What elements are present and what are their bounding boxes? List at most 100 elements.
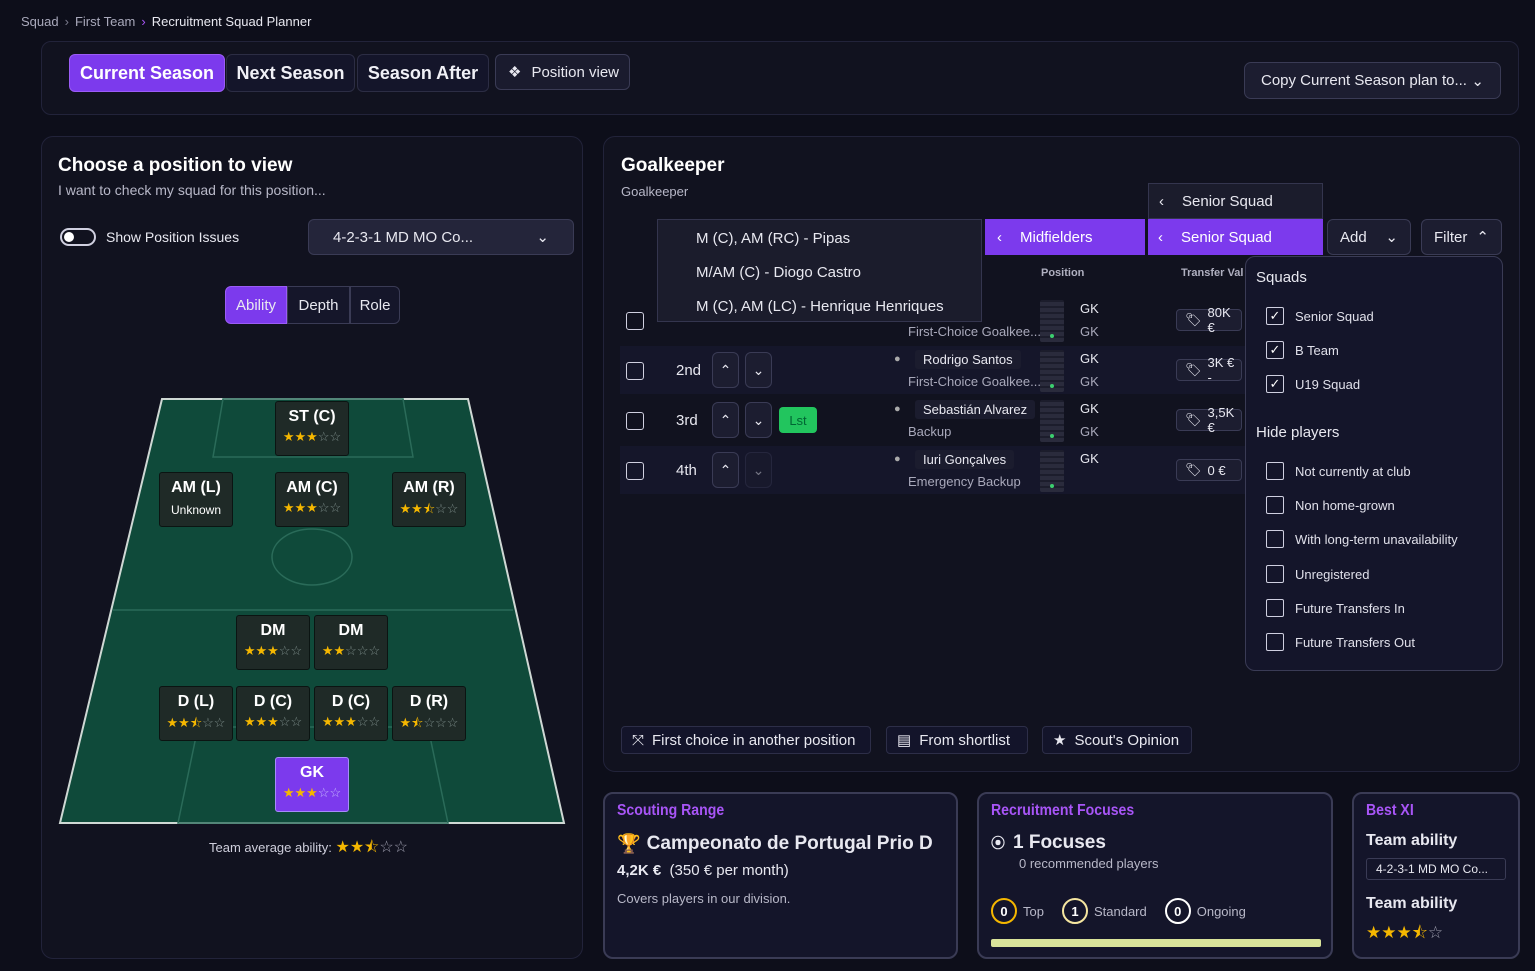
stars-filled: ★★★: [282, 500, 318, 515]
tab-depth[interactable]: Depth: [287, 286, 350, 324]
move-up-button[interactable]: ⌃: [712, 402, 739, 438]
checkbox[interactable]: [1266, 530, 1284, 548]
row-checkbox[interactable]: [626, 462, 644, 480]
table-row[interactable]: 4th ⌃ ⌄ ● Iuri Gonçalves Emergency Backu…: [620, 446, 1246, 494]
stars-filled: ★★⯪: [166, 715, 203, 730]
tag-icon: 🏷: [1185, 312, 1202, 327]
checkbox-checked[interactable]: ✓: [1266, 341, 1284, 359]
move-down-button[interactable]: ⌄: [745, 352, 772, 388]
filter-option[interactable]: Future Transfers Out: [1266, 633, 1415, 651]
position-view-button[interactable]: ❖ Position view: [495, 54, 630, 90]
transfer-value: 🏷 0 €: [1176, 459, 1242, 481]
transfer-value-text: 0 €: [1207, 462, 1226, 478]
position-dl[interactable]: D (L) ★★⯪☆☆: [159, 686, 233, 741]
move-up-button[interactable]: ⌃: [712, 452, 739, 488]
midfielders-menu-item[interactable]: ‹ Midfielders: [985, 219, 1145, 255]
position-aml[interactable]: AM (L) Unknown: [159, 472, 233, 527]
row-checkbox[interactable]: [626, 362, 644, 380]
row-checkbox[interactable]: [626, 312, 644, 330]
filter-option[interactable]: ✓ B Team: [1266, 341, 1339, 359]
checkbox-checked[interactable]: ✓: [1266, 375, 1284, 393]
checkbox[interactable]: [1266, 496, 1284, 514]
chevron-left-icon: ‹: [997, 228, 1002, 246]
move-down-button[interactable]: ⌄: [745, 402, 772, 438]
option-label: Senior Squad: [1295, 308, 1374, 324]
tab-next-season[interactable]: Next Season: [226, 54, 355, 92]
player-name[interactable]: Iuri Gonçalves: [915, 450, 1015, 469]
filter-option[interactable]: Unregistered: [1266, 565, 1369, 583]
filter-option[interactable]: With long-term unavailability: [1266, 530, 1458, 548]
best-xi-card[interactable]: Best XI Team ability 4-2-3-1 MD MO Co...…: [1352, 792, 1520, 959]
senior-squad-button[interactable]: ‹ Senior Squad: [1148, 219, 1323, 255]
focus-stats: 0 Top 1 Standard 0 Ongoing: [991, 898, 1246, 924]
menu-item[interactable]: M (C), AM (LC) - Henrique Henriques: [696, 298, 944, 315]
panel-subtitle: I want to check my squad for this positi…: [58, 182, 326, 198]
standard-count: 1: [1061, 898, 1088, 924]
move-down-button[interactable]: ⌄: [745, 452, 772, 488]
player-role: Emergency Backup: [908, 474, 1021, 489]
position-dr[interactable]: D (R) ★⯪☆☆☆: [392, 686, 466, 741]
breadcrumb-squad[interactable]: Squad: [21, 14, 59, 29]
position-map-icon: [1040, 400, 1064, 442]
move-up-button[interactable]: ⌃: [712, 352, 739, 388]
checkbox[interactable]: [1266, 633, 1284, 651]
position-label: D (L): [177, 693, 215, 710]
position-label: AM (L): [171, 479, 221, 496]
formation-select[interactable]: 4-2-3-1 MD MO Co... ⌄: [308, 219, 574, 255]
copy-plan-dropdown[interactable]: Copy Current Season plan to... ⌄: [1244, 62, 1501, 99]
position-issues-toggle[interactable]: [60, 228, 96, 246]
tab-role[interactable]: Role: [350, 286, 400, 324]
player-name[interactable]: Sebastián Alvarez: [915, 400, 1036, 419]
recruitment-focuses-card[interactable]: Recruitment Focuses ⦿ 1 Focuses 0 recomme…: [977, 792, 1333, 959]
filter-option[interactable]: Not currently at club: [1266, 462, 1411, 480]
menu-item[interactable]: M (C), AM (RC) - Pipas: [696, 230, 850, 247]
row-checkbox[interactable]: [626, 412, 644, 430]
table-row[interactable]: 3rd ⌃ ⌄ Lst ● Sebastián Alvarez Backup G…: [620, 396, 1246, 444]
position-st[interactable]: ST (C) ★★★☆☆: [275, 401, 349, 456]
senior-squad-menu-item[interactable]: ‹ Senior Squad: [1148, 183, 1323, 219]
player-icon: ●: [894, 453, 901, 465]
tab-ability[interactable]: Ability: [225, 286, 287, 324]
position-label: DM: [338, 622, 364, 639]
filter-option[interactable]: ✓ U19 Squad: [1266, 375, 1360, 393]
star-icon: ★: [1053, 732, 1067, 749]
position-amr[interactable]: AM (R) ★★⯪☆☆: [392, 472, 466, 527]
budget-row: 4,2K € (350 € per month): [617, 862, 789, 879]
option-label: Unregistered: [1295, 566, 1370, 582]
checkbox[interactable]: [1266, 599, 1284, 617]
position-dm-1[interactable]: DM ★★★☆☆: [236, 615, 310, 670]
checkbox[interactable]: [1266, 565, 1284, 583]
checkbox[interactable]: [1266, 462, 1284, 480]
filter-option[interactable]: Future Transfers In: [1266, 599, 1405, 617]
team-ability-stars: ★★★⯪☆: [1366, 920, 1443, 949]
transfer-value-text: 80K €: [1207, 305, 1231, 335]
checkbox-checked[interactable]: ✓: [1266, 307, 1284, 325]
row-rank: 3rd: [676, 412, 698, 429]
from-shortlist-button[interactable]: ▤ From shortlist: [886, 726, 1028, 754]
position-dc-1[interactable]: D (C) ★★★☆☆: [236, 686, 310, 741]
tab-season-after[interactable]: Season After: [357, 54, 489, 92]
position-dc-2[interactable]: D (C) ★★★☆☆: [314, 686, 388, 741]
table-row[interactable]: 2nd ⌃ ⌄ ● Rodrigo Santos First-Choice Go…: [620, 346, 1246, 394]
best-xi-formation[interactable]: 4-2-3-1 MD MO Co...: [1366, 858, 1506, 880]
chevron-left-icon: ‹: [1158, 228, 1163, 246]
breadcrumb-first-team[interactable]: First Team: [75, 14, 135, 29]
filter-option[interactable]: Non home-grown: [1266, 496, 1395, 514]
filter-option[interactable]: ✓ Senior Squad: [1266, 307, 1374, 325]
scouts-opinion-button[interactable]: ★ Scout's Opinion: [1042, 726, 1192, 754]
option-label: Future Transfers In: [1295, 600, 1405, 616]
target-icon: ⦿: [991, 835, 1005, 851]
first-choice-other-position-button[interactable]: ⤧ First choice in another position: [621, 726, 871, 754]
player-icon: ●: [894, 353, 901, 365]
option-label: With long-term unavailability: [1295, 531, 1458, 547]
transfer-value: 🏷 3K € -: [1176, 355, 1242, 385]
scouting-range-card[interactable]: Scouting Range 🏆 Campeonato de Portugal P…: [603, 792, 958, 959]
position-dm-2[interactable]: DM ★★☆☆☆: [314, 615, 388, 670]
tab-current-season[interactable]: Current Season: [69, 54, 225, 92]
menu-item[interactable]: M/AM (C) - Diogo Castro: [696, 264, 861, 281]
add-button[interactable]: Add ⌄: [1327, 219, 1411, 255]
filter-button[interactable]: Filter ⌃: [1421, 219, 1502, 255]
player-name[interactable]: Rodrigo Santos: [915, 350, 1021, 369]
position-amc[interactable]: AM (C) ★★★☆☆: [275, 472, 349, 527]
position-gk[interactable]: GK ★★★☆☆: [275, 757, 349, 812]
